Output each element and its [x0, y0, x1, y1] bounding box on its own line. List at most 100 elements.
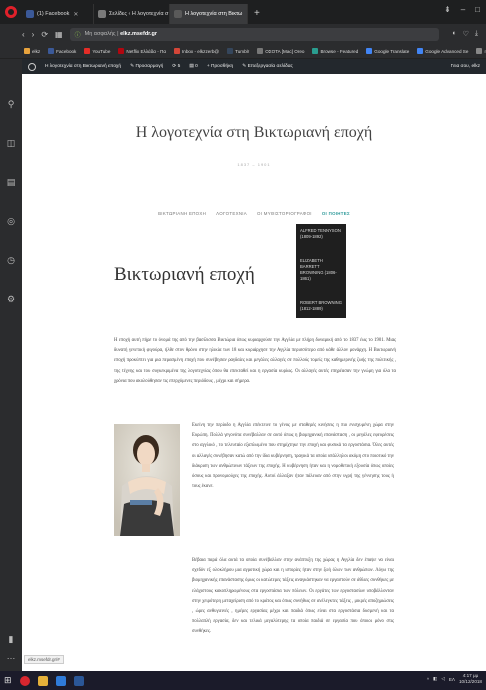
submenu-item-tennyson[interactable]: ALFRED TENNYSON (1809-1892)	[300, 228, 342, 240]
admin-customize[interactable]: ✎ Προσαρμογή	[130, 64, 163, 69]
word-icon[interactable]	[73, 675, 84, 686]
language-indicator[interactable]: ΕΛ	[449, 677, 455, 682]
post-paragraph-3: Βέβαια παρά όλα αυτά τα οποία συνέβαλλαν…	[192, 558, 394, 635]
file-explorer-icon[interactable]	[37, 675, 48, 686]
bookmark-item[interactable]: ΟΣΟΤΑ [Mac] Oreo	[257, 48, 304, 54]
bookmark-favicon-icon	[366, 48, 373, 54]
status-url: elkz.msefdr.gr/#	[24, 655, 64, 664]
admin-greeting[interactable]: Γεια σου, elkz	[451, 64, 480, 69]
wordpress-logo-icon[interactable]	[28, 62, 36, 71]
whatsapp-icon[interactable]: ◎	[7, 216, 15, 227]
new-tab-button[interactable]: +	[248, 4, 266, 24]
network-icon[interactable]: ◧	[433, 676, 437, 682]
tray-chevron-icon[interactable]: ^	[427, 677, 429, 682]
system-tray: ^ ◧ ◁ ΕΛ 4:17 μμ 10/12/2018	[427, 673, 482, 685]
bookmark-item[interactable]: YouTube	[84, 48, 110, 54]
admin-edit-page[interactable]: ✎ Επεξεργασία σελίδας	[242, 64, 293, 69]
bookmark-label: Tumblr	[235, 48, 250, 54]
bookmark-favicon-icon	[312, 48, 319, 54]
close-tab-icon[interactable]: ✕	[73, 11, 78, 18]
browser-tab-strip: (1) Facebook ✕ Σελίδες ‹ Η λογοτεχνία σ …	[0, 0, 486, 24]
search-icon[interactable]: ⚲	[8, 99, 15, 110]
url-field[interactable]: ⓘ Μη ασφαλής | elkz.msefdr.gr	[69, 27, 440, 41]
url-host: elkz.msefdr.gr	[120, 31, 158, 37]
admin-new[interactable]: + Προσθήκη	[207, 64, 233, 69]
download-icon[interactable]: ⤓	[475, 30, 478, 38]
tab-facebook[interactable]: (1) Facebook ✕	[22, 4, 94, 24]
clock[interactable]: 4:17 μμ 10/12/2018	[459, 673, 482, 685]
opera-taskbar-icon[interactable]	[19, 675, 30, 686]
security-icon: ⓘ	[74, 32, 81, 39]
minimize-icon[interactable]: –	[461, 5, 465, 14]
bookmark-favicon-icon	[257, 48, 264, 54]
bookmark-favicon-icon	[24, 48, 30, 54]
admin-site-name[interactable]: Η λογοτεχνία στη Βικτωριανή εποχή	[45, 64, 121, 69]
back-icon[interactable]: ‹	[22, 30, 25, 39]
maximize-icon[interactable]: □	[475, 5, 480, 14]
opera-logo-icon[interactable]	[0, 0, 22, 24]
bookmark-label: elkz	[32, 48, 41, 54]
site-title[interactable]: Η λογοτεχνία στη Βικτωριανή εποχή	[22, 124, 486, 142]
wp-admin-bar: Η λογοτεχνία στη Βικτωριανή εποχή ✎ Προσ…	[22, 59, 486, 74]
bookmark-label: YouTube	[92, 48, 111, 54]
tab-pages-admin[interactable]: Σελίδες ‹ Η λογοτεχνία σ ✕	[94, 4, 170, 24]
url-scheme: Μη ασφαλής |	[84, 31, 119, 37]
snap-icon[interactable]: ⇟	[444, 5, 451, 14]
reload-icon[interactable]: ⟳	[41, 30, 48, 39]
facebook-favicon-icon	[26, 10, 34, 18]
settings-icon[interactable]: ⚙	[7, 294, 15, 305]
more-icon[interactable]: …	[7, 651, 16, 661]
submenu-item-robert-browning[interactable]: ROBERT BROWNING (1812-1889)	[300, 300, 342, 312]
bookmark-item[interactable]: Google Translate	[366, 48, 409, 54]
windows-start-icon[interactable]: ⊞	[4, 675, 12, 686]
opera-sidebar: ⚲ ◫ ▤ ◎ ◷ ⚙ ▮ …	[0, 59, 22, 671]
vpn-icon[interactable]: ◐	[452, 30, 456, 38]
site-favicon-icon	[174, 10, 182, 18]
submenu-item-elizabeth-browning[interactable]: ELIZABETH BARRETT BROWNING (1806-1861)	[300, 258, 342, 282]
menu-item-literature[interactable]: ΛΟΓΟΤΕΧΝΙΑ	[216, 211, 247, 216]
bookmark-item[interactable]: elkz	[24, 48, 40, 54]
menu-item-poets[interactable]: ΟΙ ΠΟΙΗΤΕΣ	[322, 211, 350, 216]
bookmark-item[interactable]: Facebook	[48, 48, 76, 54]
bookmark-label: Inbox - elkzzerb@	[181, 48, 220, 54]
clock-date: 10/12/2018	[459, 679, 482, 684]
bookmark-label: Google Translate	[374, 48, 410, 54]
address-bar: ‹ › ⟳ ▦ ⓘ Μη ασφαλής | elkz.msefdr.gr ◐ …	[0, 24, 486, 44]
bookmark-item[interactable]: movies	[476, 48, 486, 54]
menu-item-victorian-era[interactable]: ΒΙΚΤΩΡΙΑΝΗ ΕΠΟΧΗ	[158, 211, 206, 216]
windows-taskbar: ⊞ ^ ◧ ◁ ΕΛ 4:17 μμ 10/12/2018	[0, 671, 486, 690]
bookmark-label: ΟΣΟΤΑ [Mac] Oreo	[265, 48, 305, 54]
store-icon[interactable]	[55, 675, 66, 686]
menu-item-novelists[interactable]: ΟΙ ΜΥΘΙΣΤΟΡΙΟΓΡΑΦΟΙ	[257, 211, 312, 216]
sidebar-panel-icon[interactable]: ▮	[9, 634, 14, 645]
wordpress-favicon-icon	[98, 10, 106, 18]
bookmark-item[interactable]: Tumblr	[227, 48, 249, 54]
bookmark-heart-icon[interactable]: ♡	[463, 30, 469, 38]
tab-label: Η λογοτεχνία στη Βικτω	[185, 11, 243, 17]
queen-victoria-portrait	[114, 424, 180, 536]
volume-icon[interactable]: ◁	[441, 676, 445, 682]
bookmark-item[interactable]: Inbox - elkzzerb@	[173, 48, 220, 54]
bookmark-item[interactable]: Browse - Featured	[312, 48, 358, 54]
bookmark-item[interactable]: Google Advanced Se	[417, 48, 468, 54]
post-title: Βικτωριανή εποχή	[114, 264, 255, 285]
bookmark-favicon-icon	[173, 48, 180, 54]
bookmark-item[interactable]: Netflix Ελλάδα - Πα	[118, 48, 166, 54]
bookmark-favicon-icon	[476, 48, 483, 54]
camera-icon[interactable]: ◫	[7, 138, 16, 149]
bookmark-label: Facebook	[56, 48, 77, 54]
messenger-icon[interactable]: ▤	[7, 177, 16, 188]
tab-victorian-literature[interactable]: Η λογοτεχνία στη Βικτω ✕	[170, 4, 248, 24]
history-icon[interactable]: ◷	[7, 255, 15, 266]
site-description: 1837 – 1901	[237, 162, 271, 167]
speed-dial-icon[interactable]: ▦	[55, 30, 63, 39]
bookmark-favicon-icon	[417, 48, 424, 54]
admin-comments[interactable]: ▤ 0	[189, 64, 198, 69]
admin-updates[interactable]: ⟳ 5	[172, 64, 180, 69]
forward-icon[interactable]: ›	[32, 30, 35, 39]
bookmark-favicon-icon	[48, 48, 55, 54]
poets-submenu: ALFRED TENNYSON (1809-1892) ELIZABETH BA…	[296, 224, 346, 318]
bookmark-favicon-icon	[227, 48, 234, 54]
bookmark-favicon-icon	[118, 48, 125, 54]
bookmark-label: Google Advanced Se	[425, 48, 469, 54]
